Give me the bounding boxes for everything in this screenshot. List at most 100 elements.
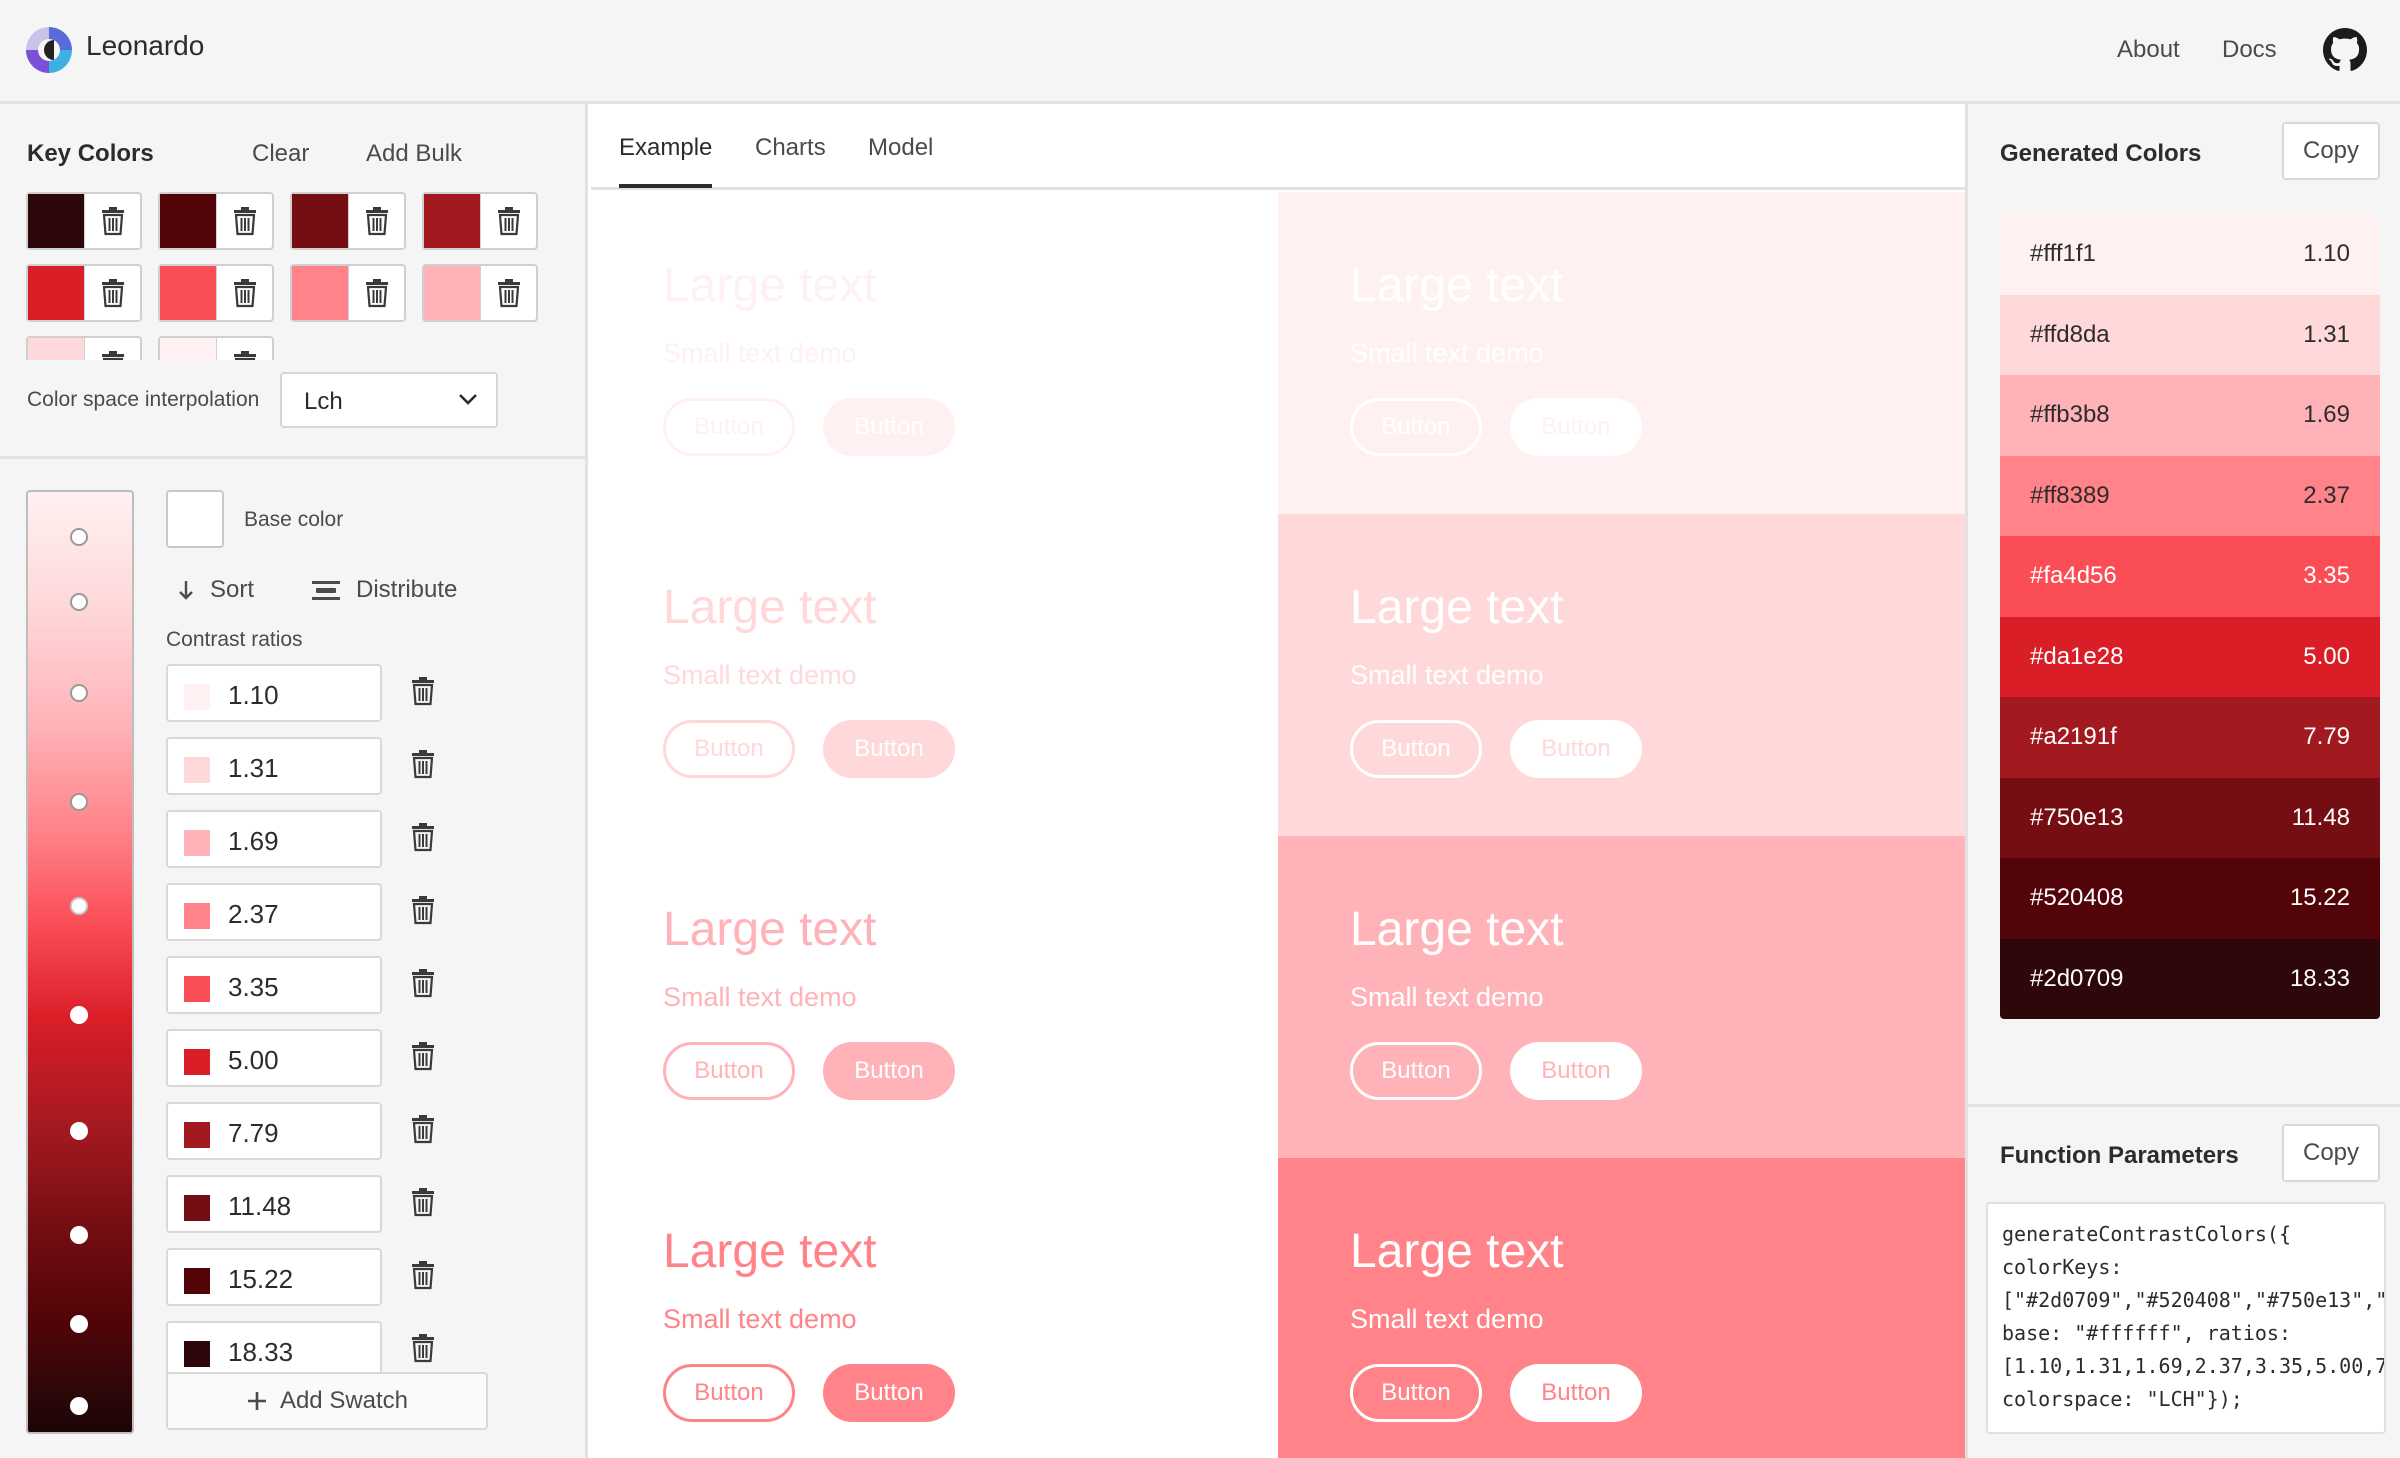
- delete-key-color-button[interactable]: [480, 194, 536, 248]
- delete-key-color-button[interactable]: [84, 194, 140, 248]
- tab-example[interactable]: Example: [619, 134, 713, 188]
- outline-button-sample[interactable]: Button: [663, 1042, 795, 1100]
- delete-key-color-button[interactable]: [84, 266, 140, 320]
- delete-key-color-button[interactable]: [216, 194, 272, 248]
- generated-color-row[interactable]: #520408 15.22: [2000, 858, 2380, 939]
- github-icon[interactable]: [2323, 28, 2367, 72]
- key-color-swatch[interactable]: [292, 266, 348, 320]
- color-stop-handle[interactable]: [70, 683, 88, 702]
- key-color-swatch[interactable]: [28, 194, 84, 248]
- copy-parameters-button[interactable]: Copy: [2282, 1124, 2380, 1182]
- color-stop-handle[interactable]: [70, 528, 88, 547]
- delete-ratio-button[interactable]: [410, 676, 436, 711]
- outline-button-sample[interactable]: Button: [663, 720, 795, 778]
- add-bulk-button[interactable]: Add Bulk: [366, 140, 462, 168]
- clear-button[interactable]: Clear: [252, 140, 309, 168]
- delete-ratio-button[interactable]: [410, 822, 436, 857]
- delete-key-color-button[interactable]: [480, 266, 536, 320]
- outline-button-sample[interactable]: Button: [663, 1364, 795, 1422]
- key-color-item[interactable]: [290, 264, 406, 322]
- delete-ratio-button[interactable]: [410, 749, 436, 784]
- color-stop-handle[interactable]: [70, 896, 88, 915]
- contrast-ratio-input[interactable]: 5.00: [166, 1029, 382, 1087]
- function-parameters-code[interactable]: generateContrastColors({colorKeys: ["#2d0…: [1986, 1202, 2386, 1434]
- contrast-ratio-input[interactable]: 2.37: [166, 883, 382, 941]
- tab-charts[interactable]: Charts: [755, 134, 826, 184]
- key-color-item[interactable]: [26, 192, 142, 250]
- contrast-ratio-input[interactable]: 18.33: [166, 1321, 382, 1379]
- generated-color-row[interactable]: #a2191f 7.79: [2000, 697, 2380, 778]
- outline-button-sample[interactable]: Button: [1350, 398, 1482, 456]
- key-color-swatch[interactable]: [160, 338, 216, 360]
- generated-color-row[interactable]: #fff1f1 1.10: [2000, 214, 2380, 295]
- filled-button-sample[interactable]: Button: [1510, 1042, 1642, 1100]
- color-scale-gradient[interactable]: [26, 490, 134, 1434]
- distribute-button[interactable]: Distribute: [310, 576, 457, 604]
- generated-color-row[interactable]: #ffd8da 1.31: [2000, 294, 2380, 375]
- key-color-item[interactable]: [290, 192, 406, 250]
- filled-button-sample[interactable]: Button: [1510, 720, 1642, 778]
- color-stop-handle[interactable]: [70, 1396, 88, 1415]
- base-color-swatch[interactable]: [166, 490, 224, 548]
- contrast-ratio-input[interactable]: 7.79: [166, 1102, 382, 1160]
- key-color-swatch[interactable]: [424, 194, 480, 248]
- key-color-swatch[interactable]: [160, 266, 216, 320]
- generated-color-row[interactable]: #750e13 11.48: [2000, 777, 2380, 858]
- filled-button-sample[interactable]: Button: [823, 398, 955, 456]
- delete-ratio-button[interactable]: [410, 1187, 436, 1222]
- delete-key-color-button[interactable]: [216, 266, 272, 320]
- delete-key-color-button[interactable]: [216, 338, 272, 360]
- delete-ratio-button[interactable]: [410, 968, 436, 1003]
- tab-model[interactable]: Model: [868, 134, 933, 184]
- filled-button-sample[interactable]: Button: [823, 720, 955, 778]
- contrast-ratio-input[interactable]: 3.35: [166, 956, 382, 1014]
- color-stop-handle[interactable]: [70, 593, 88, 612]
- color-stop-handle[interactable]: [70, 1121, 88, 1140]
- key-color-item[interactable]: [158, 336, 274, 360]
- key-color-swatch[interactable]: [28, 338, 84, 360]
- delete-ratio-button[interactable]: [410, 1260, 436, 1295]
- add-swatch-button[interactable]: Add Swatch: [166, 1372, 488, 1430]
- outline-button-sample[interactable]: Button: [1350, 1042, 1482, 1100]
- outline-button-sample[interactable]: Button: [1350, 1364, 1482, 1422]
- generated-color-row[interactable]: #da1e28 5.00: [2000, 616, 2380, 697]
- key-color-swatch[interactable]: [28, 266, 84, 320]
- key-color-item[interactable]: [26, 264, 142, 322]
- color-stop-handle[interactable]: [70, 1005, 88, 1024]
- contrast-ratio-input[interactable]: 15.22: [166, 1248, 382, 1306]
- delete-ratio-button[interactable]: [410, 895, 436, 930]
- filled-button-sample[interactable]: Button: [823, 1364, 955, 1422]
- key-color-swatch[interactable]: [160, 194, 216, 248]
- delete-key-color-button[interactable]: [348, 266, 404, 320]
- generated-color-row[interactable]: #2d0709 18.33: [2000, 938, 2380, 1019]
- key-color-item[interactable]: [422, 192, 538, 250]
- copy-colors-button[interactable]: Copy: [2282, 122, 2380, 180]
- filled-button-sample[interactable]: Button: [1510, 1364, 1642, 1422]
- color-stop-handle[interactable]: [70, 792, 88, 811]
- key-color-item[interactable]: [26, 336, 142, 360]
- delete-key-color-button[interactable]: [84, 338, 140, 360]
- contrast-ratio-input[interactable]: 1.69: [166, 810, 382, 868]
- outline-button-sample[interactable]: Button: [663, 398, 795, 456]
- generated-color-row[interactable]: #ffb3b8 1.69: [2000, 375, 2380, 456]
- sort-button[interactable]: Sort: [176, 576, 254, 604]
- outline-button-sample[interactable]: Button: [1350, 720, 1482, 778]
- key-color-swatch[interactable]: [424, 266, 480, 320]
- key-color-item[interactable]: [422, 264, 538, 322]
- delete-key-color-button[interactable]: [348, 194, 404, 248]
- filled-button-sample[interactable]: Button: [823, 1042, 955, 1100]
- key-color-item[interactable]: [158, 264, 274, 322]
- contrast-ratio-input[interactable]: 1.10: [166, 664, 382, 722]
- contrast-ratio-input[interactable]: 1.31: [166, 737, 382, 795]
- color-stop-handle[interactable]: [70, 1315, 88, 1334]
- nav-docs-link[interactable]: Docs: [2222, 36, 2277, 64]
- interpolation-select[interactable]: Lch: [280, 372, 498, 428]
- key-color-swatch[interactable]: [292, 194, 348, 248]
- delete-ratio-button[interactable]: [410, 1041, 436, 1076]
- filled-button-sample[interactable]: Button: [1510, 398, 1642, 456]
- color-stop-handle[interactable]: [70, 1226, 88, 1245]
- delete-ratio-button[interactable]: [410, 1333, 436, 1368]
- nav-about-link[interactable]: About: [2117, 36, 2180, 64]
- generated-color-row[interactable]: #ff8389 2.37: [2000, 455, 2380, 536]
- contrast-ratio-input[interactable]: 11.48: [166, 1175, 382, 1233]
